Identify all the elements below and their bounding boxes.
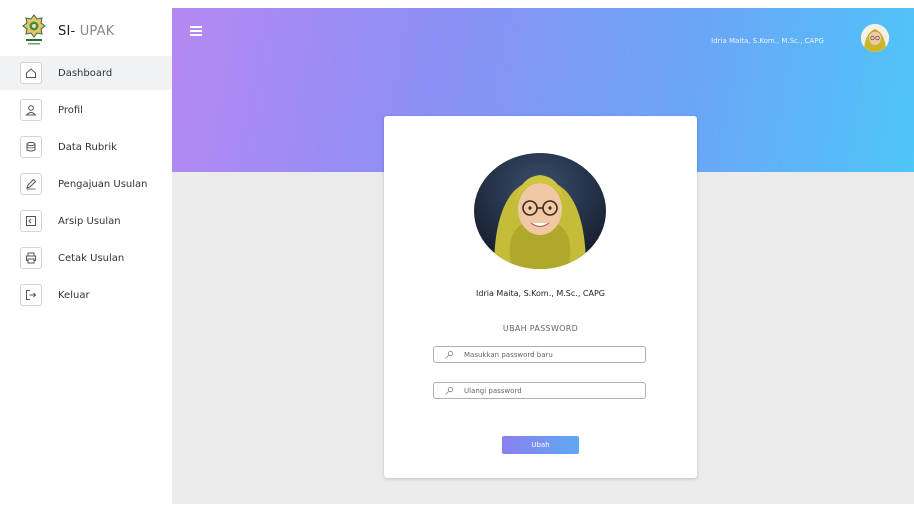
brand[interactable]: SI- UPAK (22, 14, 114, 48)
sidebar-item-label: Pengajuan Usulan (58, 178, 148, 190)
sidebar-item-label: Cetak Usulan (58, 252, 125, 264)
sidebar-item-dashboard[interactable]: Dashboard (0, 56, 172, 90)
change-password-title: UBAH PASSWORD (502, 324, 579, 333)
key-icon (445, 350, 454, 359)
sidebar-item-pengajuan-usulan[interactable]: Pengajuan Usulan (0, 167, 172, 201)
confirm-password-input[interactable] (464, 386, 634, 395)
logout-icon (20, 284, 42, 306)
printer-icon (20, 247, 42, 269)
sidebar-item-label: Dashboard (58, 67, 113, 79)
profile-photo (474, 153, 606, 269)
avatar-image (861, 24, 889, 52)
sidebar-item-cetak-usulan[interactable]: Cetak Usulan (0, 241, 172, 275)
change-password-button[interactable]: Ubah (502, 436, 579, 454)
sidebar-item-label: Data Rubrik (58, 141, 117, 153)
change-password-card: Idria Maita, S.Kom., M.Sc., CAPG UBAH PA… (384, 116, 697, 478)
brand-title: SI- UPAK (58, 24, 114, 39)
archive-icon (20, 210, 42, 232)
database-icon (20, 136, 42, 158)
new-password-field[interactable] (433, 346, 646, 363)
university-logo-icon (22, 14, 46, 45)
header-user-name[interactable]: Idria Maita, S.Kom., M.Sc., CAPG (711, 37, 824, 45)
app-root: SI- UPAK Dashboard Profil Data Rubrik Pe… (0, 0, 914, 516)
brand-title-prefix: SI- (58, 23, 80, 39)
brand-title-suffix: UPAK (79, 23, 115, 39)
footer-strip (172, 504, 914, 516)
sidebar-item-arsip-usulan[interactable]: Arsip Usulan (0, 204, 172, 238)
avatar[interactable] (861, 24, 889, 52)
sidebar: SI- UPAK Dashboard Profil Data Rubrik Pe… (0, 0, 172, 516)
sidebar-nav: Dashboard Profil Data Rubrik Pengajuan U… (0, 56, 172, 315)
key-icon (445, 386, 454, 395)
sidebar-item-label: Profil (58, 104, 83, 116)
profile-name: Idria Maita, S.Kom., M.Sc., CAPG (476, 289, 605, 298)
hamburger-icon[interactable] (190, 26, 202, 36)
sidebar-item-profil[interactable]: Profil (0, 93, 172, 127)
pencil-icon (20, 173, 42, 195)
profile-photo-image (474, 153, 606, 269)
confirm-password-field[interactable] (433, 382, 646, 399)
sidebar-item-label: Arsip Usulan (58, 215, 121, 227)
new-password-input[interactable] (464, 350, 634, 359)
user-icon (20, 99, 42, 121)
sidebar-item-keluar[interactable]: Keluar (0, 278, 172, 312)
sidebar-item-label: Keluar (58, 289, 90, 301)
home-icon (20, 62, 42, 84)
sidebar-item-data-rubrik[interactable]: Data Rubrik (0, 130, 172, 164)
